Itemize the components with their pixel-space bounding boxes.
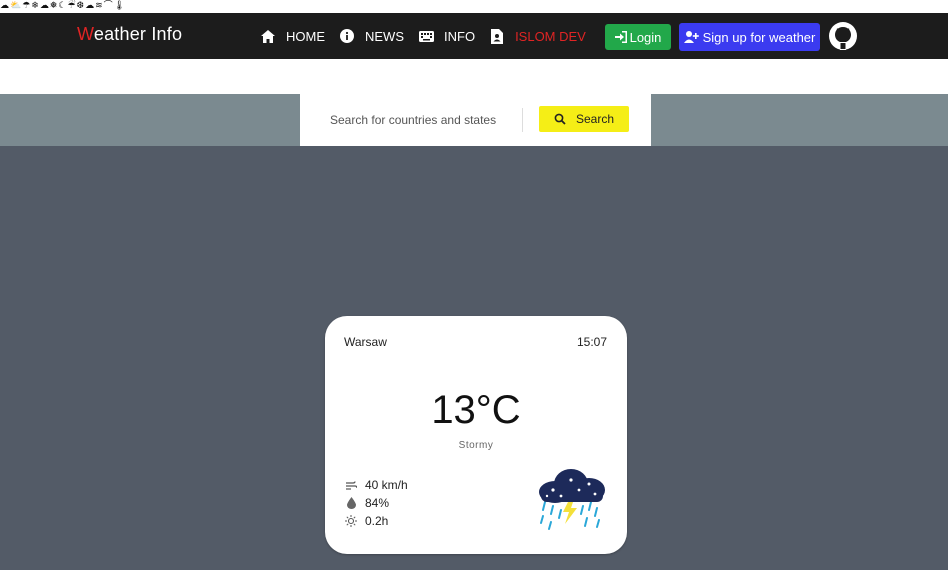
condition: Stormy [458,440,494,451]
login-button[interactable]: Login [605,24,671,50]
wind-value: 40 km/h [365,478,408,492]
stat-sunshine: 0.2h [345,512,408,530]
sign-in-icon [614,31,627,43]
nav-info-label: INFO [444,28,476,44]
nav-links: HOME NEWS INFO ISLOM DEV [260,13,600,59]
search-input[interactable] [322,106,533,134]
info-circle-icon [339,28,355,44]
sunshine-value: 0.2h [365,514,389,528]
cloud-wind-icon: ≋ [95,0,103,11]
rainbow-icon: ⌒ [103,0,113,11]
umbrella-icon: ☔ [67,0,76,11]
weather-stats: 40 km/h 84% 0.2h [345,476,408,530]
moon-cloud-icon: ☁ [85,0,95,11]
weather-card: Warsaw 15:07 13°C Stormy 40 km/h 84% 0.2… [325,316,627,554]
file-user-icon [489,28,505,44]
search-box: Search [300,94,651,146]
github-icon[interactable] [828,21,858,51]
cloud-drizzle-icon: ☁ [39,0,49,11]
brand-w: W [77,24,94,44]
nav-news[interactable]: NEWS [339,28,404,44]
snowflake-icon: ❄ [31,0,39,11]
city-name: Warsaw [344,335,387,349]
cloud-rain-icon: ☂ [22,0,31,11]
droplet-icon [345,497,357,509]
brand-info: Info [151,24,183,44]
storm-cloud-icon [531,466,609,536]
keyboard-icon [418,28,434,44]
home-icon [260,28,276,44]
nav-dev-label: ISLOM DEV [515,28,586,44]
thermometer-icon: 🌡 [113,0,126,11]
brand-rest: eather [93,24,147,44]
humidity-value: 84% [365,496,390,510]
nav-home[interactable]: HOME [260,28,325,44]
nav-home-label: HOME [286,28,325,44]
signup-label: Sign up for weather [702,29,816,45]
signup-button[interactable]: Sign up for weather [679,23,820,51]
brand-logo[interactable]: Weather Info [77,24,182,45]
cloud-icon: ☁ [0,0,9,11]
sleet-icon: ❆ [76,0,85,11]
search-icon [554,113,566,125]
local-time: 15:07 [576,335,607,349]
nav-islom-dev[interactable]: ISLOM DEV [489,28,586,44]
navbar: Weather Info HOME NEWS INFO ISLOM DEV Lo… [0,13,948,59]
search-button-label: Search [575,112,615,126]
cloud-sun-icon: ⛅ [10,0,22,11]
weather-icon-strip: ☁ ⛅ ☂ ❄ ☁ ❅ ☾ ☔ ❆ ☁ ≋ ⌒ 🌡 [0,0,200,12]
cloud-moon-icon: ☾ [58,0,67,11]
search-button[interactable]: Search [539,106,629,132]
user-plus-icon [683,31,699,43]
temperature: 13°C [431,388,521,432]
nav-info[interactable]: INFO [418,28,475,44]
sun-icon [345,515,357,527]
login-label: Login [629,29,662,45]
wind-icon [345,479,357,491]
stat-humidity: 84% [345,494,408,512]
search-divider [522,108,523,132]
stat-wind: 40 km/h [345,476,408,494]
nav-news-label: NEWS [365,28,404,44]
cloud-snow-icon: ❅ [49,0,58,11]
